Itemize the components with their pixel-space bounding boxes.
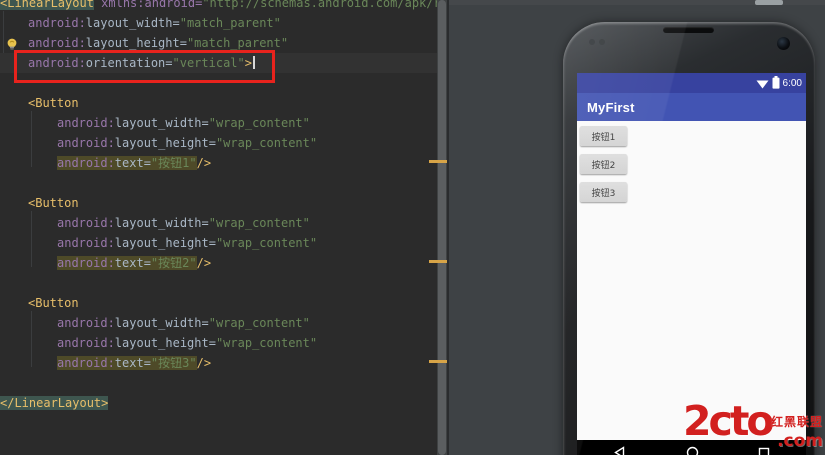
code-line[interactable]: <Button [0, 193, 437, 213]
code-token: "match_parent" [186, 36, 289, 50]
code-line[interactable]: android:layout_height="match_parent" [0, 33, 437, 53]
sensor-dot [589, 39, 595, 45]
speaker-grille [663, 27, 714, 33]
code-token: text= [114, 356, 151, 370]
app-title: MyFirst [587, 99, 635, 115]
lightbulb-icon[interactable] [5, 36, 19, 50]
home-icon[interactable] [686, 444, 699, 455]
code-token: text= [114, 156, 151, 170]
status-bar: 6:00 [577, 73, 806, 93]
preview-panel: 6:00 MyFirst 按钮1 按钮2 按钮3 [447, 0, 825, 455]
code-token: layout_height= [85, 36, 187, 50]
code-token: layout_width= [114, 216, 209, 230]
code-token: <Button [28, 196, 79, 210]
recents-icon[interactable] [758, 444, 770, 455]
code-token: xmlns:android= [101, 0, 203, 10]
code-token: "wrap_content" [215, 136, 318, 150]
code-token: /> [196, 356, 212, 370]
wifi-icon [756, 74, 769, 93]
code-token: android: [57, 116, 115, 130]
code-token: layout_height= [114, 236, 216, 250]
front-camera [777, 37, 790, 50]
error-stripe-mark[interactable] [429, 160, 447, 163]
code-line[interactable]: android:layout_height="wrap_content" [0, 133, 437, 153]
panel-scrollbar-thumb[interactable] [755, 0, 783, 5]
code-token: "按钮3" [150, 356, 197, 370]
code-line[interactable]: </LinearLayout> [0, 393, 437, 413]
code-token: android: [28, 56, 86, 70]
code-line[interactable] [0, 173, 437, 193]
code-editor[interactable]: <LinearLayout xmlns:android="http://sche… [0, 0, 437, 455]
code-token: android: [57, 236, 115, 250]
code-token: "wrap_content" [208, 216, 310, 230]
code-token: <Button [28, 96, 79, 110]
code-token: "vertical" [172, 56, 245, 70]
navigation-bar [577, 440, 806, 455]
code-token: android: [57, 256, 115, 270]
code-token: > [244, 56, 252, 70]
code-token: "wrap_content" [208, 116, 310, 130]
emulator-phone: 6:00 MyFirst 按钮1 按钮2 按钮3 [563, 22, 815, 455]
code-token: android: [57, 316, 115, 330]
code-line[interactable]: android:layout_height="wrap_content" [0, 333, 437, 353]
app-button[interactable]: 按钮1 [580, 126, 627, 146]
code-token: android: [57, 216, 115, 230]
battery-icon [772, 74, 780, 93]
code-line[interactable]: android:layout_height="wrap_content" [0, 233, 437, 253]
code-token: layout_height= [114, 336, 216, 350]
code-line[interactable]: <Button [0, 93, 437, 113]
code-token: android: [57, 156, 115, 170]
android-studio-window: <LinearLayout xmlns:android="http://sche… [0, 0, 825, 455]
phone-screen: 6:00 MyFirst 按钮1 按钮2 按钮3 [577, 73, 806, 455]
code-line[interactable]: android:orientation="vertical"> [0, 53, 437, 73]
code-token: layout_width= [114, 316, 209, 330]
code-token: /> [196, 156, 212, 170]
error-stripe-mark[interactable] [429, 260, 447, 263]
code-token: android: [57, 136, 115, 150]
code-token: </LinearLayout> [0, 396, 109, 410]
code-token: "wrap_content" [215, 336, 318, 350]
code-token: <LinearLayout [0, 0, 94, 10]
code-line[interactable]: android:text="按钮2"/> [0, 253, 437, 273]
code-line[interactable]: android:layout_width="wrap_content" [0, 113, 437, 133]
code-token: layout_height= [114, 136, 216, 150]
code-token: <Button [28, 296, 79, 310]
code-token: layout_width= [85, 16, 180, 30]
code-token: layout_width= [114, 116, 209, 130]
code-token: orientation= [85, 56, 173, 70]
code-token: "wrap_content" [215, 236, 318, 250]
code-token: /> [196, 256, 212, 270]
code-line[interactable]: android:layout_width="wrap_content" [0, 213, 437, 233]
code-line[interactable] [0, 273, 437, 293]
text-caret [252, 56, 255, 69]
sensor-dot [599, 39, 605, 45]
code-line[interactable] [0, 373, 437, 393]
code-token: "match_parent" [179, 16, 281, 30]
code-token: android: [28, 16, 86, 30]
code-line[interactable]: android:text="按钮1"/> [0, 153, 437, 173]
code-token: "按钮1" [150, 156, 197, 170]
code-line[interactable]: <LinearLayout xmlns:android="http://sche… [0, 0, 437, 13]
code-line[interactable] [0, 73, 437, 93]
app-button[interactable]: 按钮2 [580, 154, 627, 174]
code-token: android: [28, 36, 86, 50]
back-icon[interactable] [613, 444, 626, 455]
code-token: "wrap_content" [208, 316, 310, 330]
code-token: android: [57, 356, 115, 370]
code-line[interactable]: android:text="按钮3"/> [0, 353, 437, 373]
code-line[interactable]: android:layout_width="match_parent" [0, 13, 437, 33]
status-time: 6:00 [782, 77, 802, 89]
code-token: android: [57, 336, 115, 350]
app-button[interactable]: 按钮3 [580, 182, 627, 202]
code-token: "http://schemas.android.com/apk/res/ [202, 0, 437, 10]
scrollbar-thumb[interactable] [438, 0, 446, 455]
error-stripe-mark[interactable] [429, 360, 447, 363]
app-content: 按钮1 按钮2 按钮3 [577, 121, 806, 202]
code-line[interactable]: <Button [0, 293, 437, 313]
action-bar: MyFirst [577, 93, 806, 121]
code-line[interactable]: android:layout_width="wrap_content" [0, 313, 437, 333]
code-token: "按钮2" [150, 256, 197, 270]
editor-scrollbar[interactable] [429, 0, 447, 455]
code-token: text= [114, 256, 151, 270]
